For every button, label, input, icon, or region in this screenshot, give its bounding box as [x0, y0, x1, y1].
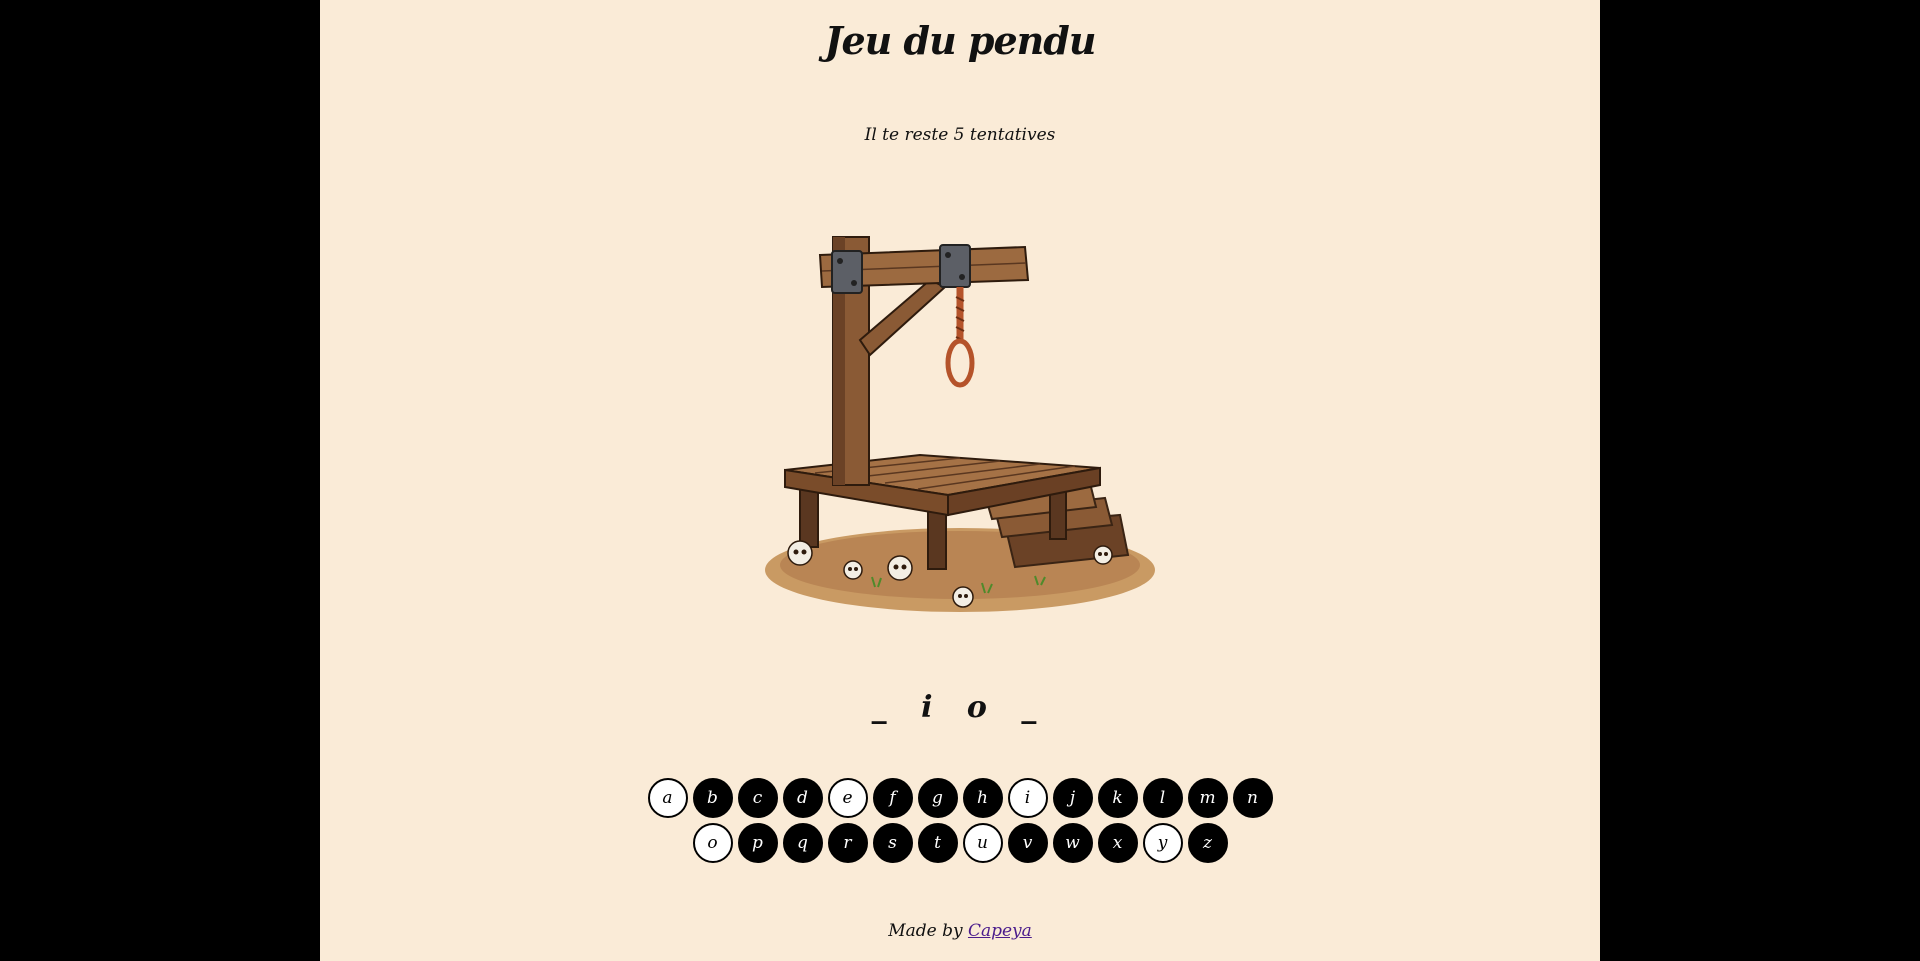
letter-key-c[interactable]: c: [737, 778, 778, 818]
letter-key-z[interactable]: z: [1187, 823, 1228, 863]
letter-key-k[interactable]: k: [1097, 778, 1138, 818]
letter-key-d[interactable]: d: [782, 778, 823, 818]
letter-key-y: y: [1142, 823, 1183, 863]
letter-key-h[interactable]: h: [962, 778, 1003, 818]
letter-key-e: e: [827, 778, 868, 818]
letter-key-u: u: [962, 823, 1003, 863]
gallows-illustration: [765, 236, 1155, 612]
letter-key-p[interactable]: p: [737, 823, 778, 863]
letter-key-t[interactable]: t: [917, 823, 958, 863]
letter-key-q[interactable]: q: [782, 823, 823, 863]
game-page: Jeu du pendu Il te reste 5 tentatives _ …: [320, 0, 1600, 961]
footer: Made by Capeya: [320, 921, 1600, 941]
letter-key-r[interactable]: r: [827, 823, 868, 863]
letter-key-f[interactable]: f: [872, 778, 913, 818]
letter-key-v[interactable]: v: [1007, 823, 1048, 863]
keyboard-row-1: abcdefghijklmn: [320, 778, 1600, 818]
letter-key-b[interactable]: b: [692, 778, 733, 818]
letter-key-s[interactable]: s: [872, 823, 913, 863]
author-link[interactable]: Capeya: [968, 921, 1032, 941]
letter-key-x[interactable]: x: [1097, 823, 1138, 863]
letter-key-g[interactable]: g: [917, 778, 958, 818]
footer-prefix: Made by: [888, 921, 963, 941]
letter-key-m[interactable]: m: [1187, 778, 1228, 818]
letter-key-l[interactable]: l: [1142, 778, 1183, 818]
letter-key-o: o: [692, 823, 733, 863]
keyboard-row-2: opqrstuvwxyz: [320, 823, 1600, 863]
letter-key-a: a: [647, 778, 688, 818]
letter-key-j[interactable]: j: [1052, 778, 1093, 818]
word-display: _ i o _: [871, 690, 1049, 725]
letter-key-i: i: [1007, 778, 1048, 818]
attempts-remaining: Il te reste 5 tentatives: [864, 125, 1056, 145]
page-title: Jeu du pendu: [824, 18, 1096, 63]
letter-key-n[interactable]: n: [1232, 778, 1273, 818]
letter-key-w[interactable]: w: [1052, 823, 1093, 863]
